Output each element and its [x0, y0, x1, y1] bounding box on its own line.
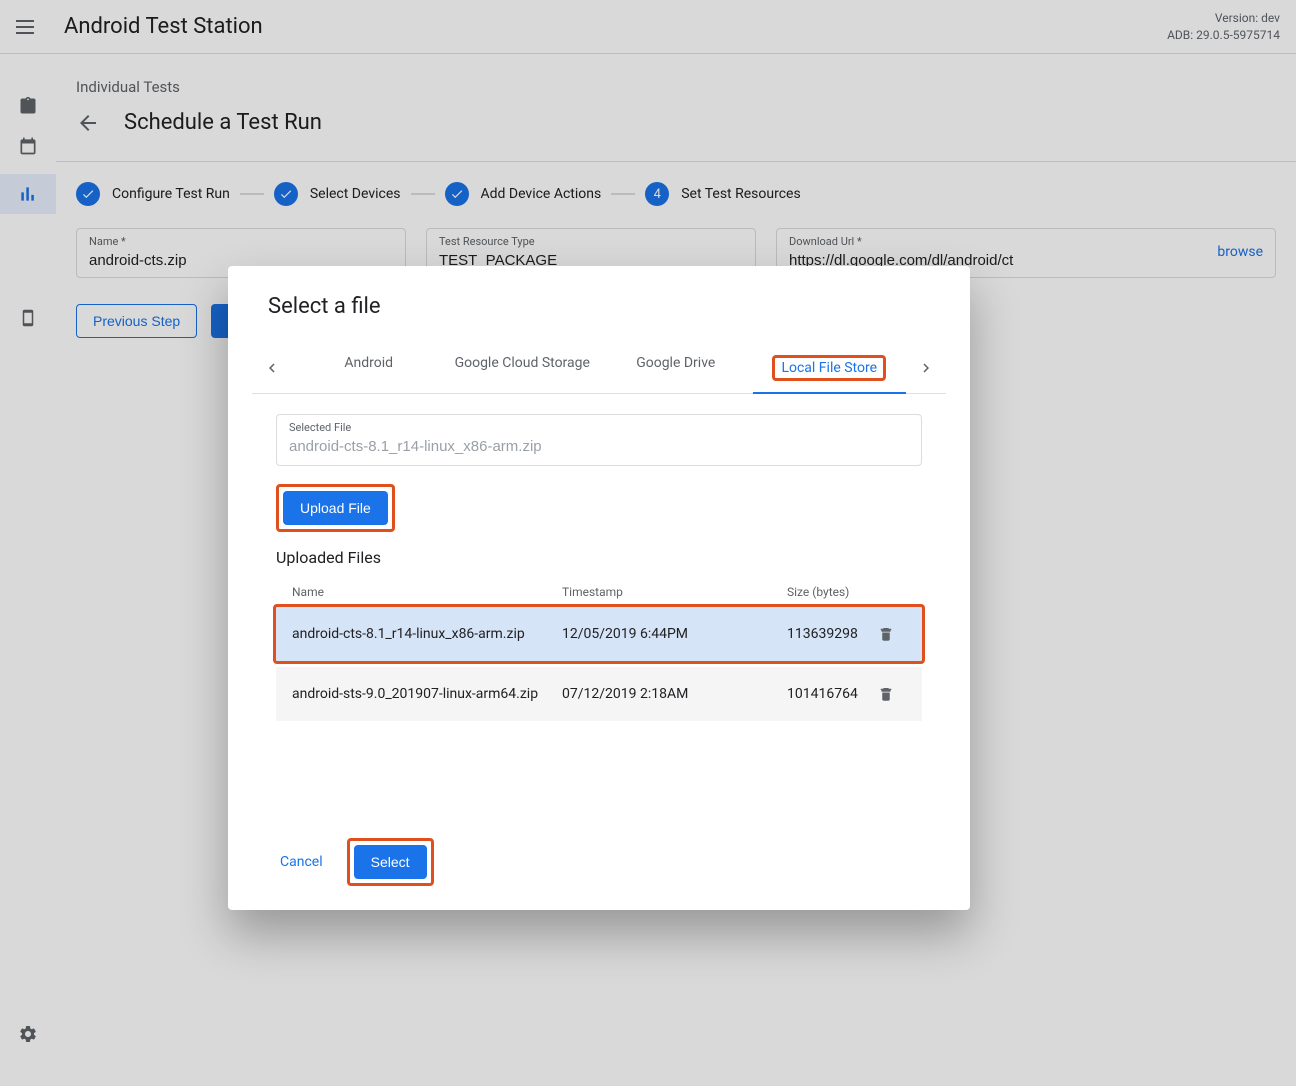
tab-android[interactable]: Android: [292, 343, 446, 393]
col-size: Size (bytes): [787, 585, 877, 599]
cancel-button[interactable]: Cancel: [268, 846, 335, 878]
dialog-title: Select a file: [252, 294, 946, 319]
selected-file-label: Selected File: [289, 421, 909, 434]
delete-icon[interactable]: [877, 685, 917, 703]
tab-scroll-left-icon[interactable]: [252, 348, 292, 388]
tab-local-file-store[interactable]: Local File Store: [753, 343, 907, 393]
tab-scroll-right-icon[interactable]: [906, 348, 946, 388]
selected-file-input[interactable]: [289, 438, 909, 455]
tab-gcs[interactable]: Google Cloud Storage: [446, 343, 600, 393]
select-file-dialog: Select a file Android Google Cloud Stora…: [228, 266, 970, 910]
delete-icon[interactable]: [877, 625, 917, 643]
upload-file-button[interactable]: Upload File: [283, 491, 388, 525]
col-name: Name: [292, 585, 562, 599]
tab-gdrive[interactable]: Google Drive: [599, 343, 753, 393]
uploaded-files-title: Uploaded Files: [252, 548, 946, 567]
file-row[interactable]: android-sts-9.0_201907-linux-arm64.zip 0…: [276, 667, 922, 721]
file-row[interactable]: android-cts-8.1_r14-linux_x86-arm.zip 12…: [276, 607, 922, 661]
col-timestamp: Timestamp: [562, 585, 787, 599]
select-button[interactable]: Select: [354, 845, 427, 879]
